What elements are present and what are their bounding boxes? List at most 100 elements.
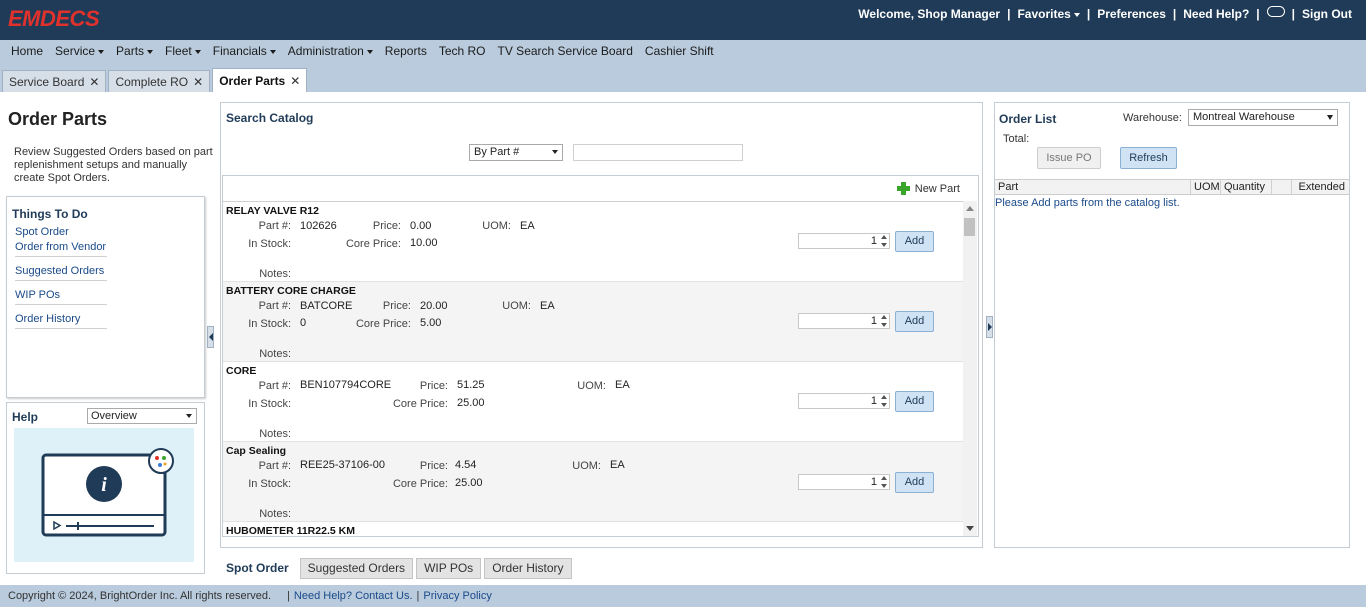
tab-suggested-orders[interactable]: Suggested Orders [299, 558, 414, 579]
menu-item-tech-ro[interactable]: Tech RO [433, 44, 492, 58]
menu-item-service[interactable]: Service [49, 44, 110, 58]
uom-value: EA [520, 220, 535, 232]
spinner-arrows-icon[interactable] [880, 476, 888, 488]
core-price-value: 25.00 [457, 397, 485, 409]
chat-icon[interactable] [1266, 5, 1285, 17]
favorites-menu[interactable]: Favorites [1011, 7, 1085, 21]
part-no-value: 102626 [300, 220, 337, 232]
chevron-down-icon [552, 150, 558, 154]
menu-label: Financials [212, 44, 267, 58]
order-from-vendor-link[interactable]: Order from Vendor [15, 241, 107, 257]
tab-complete-ro[interactable]: Complete RO ✕ [108, 70, 211, 92]
part-no-label: Part #: [258, 220, 291, 232]
scroll-down-icon[interactable] [966, 526, 974, 531]
menu-item-fleet[interactable]: Fleet [159, 44, 207, 58]
spot-order-link[interactable]: Spot Order [15, 226, 107, 241]
add-part-button[interactable]: Add [895, 231, 934, 252]
column-header-uom[interactable]: UOM [1191, 180, 1221, 194]
menu-item-reports[interactable]: Reports [379, 44, 433, 58]
part-no-label: Part #: [258, 460, 291, 472]
total-label: Total: [1003, 133, 1030, 145]
tab-order-history[interactable]: Order History [484, 558, 572, 579]
spinner-arrows-icon[interactable] [880, 235, 888, 247]
help-video-thumbnail[interactable]: i [14, 428, 194, 562]
preferences-link[interactable]: Preferences [1091, 7, 1172, 21]
quantity-stepper[interactable]: 1 [798, 313, 890, 329]
spinner-arrows-icon[interactable] [880, 395, 888, 407]
uom-label: UOM: [502, 300, 531, 312]
things-to-do-panel: Things To Do Spot Order Order from Vendo… [6, 196, 205, 398]
tab-spot-order[interactable]: Spot Order [218, 558, 297, 579]
price-value: 51.25 [457, 379, 485, 391]
column-header-part[interactable]: Part [995, 180, 1191, 194]
price-label: Price: [372, 220, 401, 232]
scrollbar-thumb[interactable] [964, 218, 975, 236]
add-part-button[interactable]: Add [895, 391, 934, 412]
order-list-panel: Order List Warehouse: Montreal Warehouse… [994, 102, 1350, 548]
quantity-stepper[interactable]: 1 [798, 393, 890, 409]
chevron-down-icon [269, 49, 276, 54]
tab-service-board[interactable]: Service Board ✕ [2, 70, 107, 92]
plus-icon [896, 182, 910, 195]
app-logo[interactable]: EMDECS [8, 6, 100, 32]
contact-us-link[interactable]: Need Help? Contact Us. [294, 590, 413, 602]
search-by-select[interactable]: By Part # [469, 144, 563, 161]
menu-item-cashier-shift[interactable]: Cashier Shift [639, 44, 720, 58]
order-mode-tabs: Spot Order Suggested Orders WIP POs Orde… [218, 558, 575, 579]
order-list-header: Part UOM Quantity Extended [995, 179, 1349, 195]
warehouse-select[interactable]: Montreal Warehouse [1188, 109, 1338, 126]
separator: | [287, 590, 290, 602]
tab-wip-pos[interactable]: WIP POs [416, 558, 482, 579]
new-part-button[interactable]: New Part [896, 182, 960, 195]
part-no-value: BEN107794CORE [300, 379, 392, 391]
favorites-label: Favorites [1017, 7, 1071, 21]
wip-pos-link[interactable]: WIP POs [15, 289, 107, 305]
parts-scrollbar[interactable] [963, 201, 977, 536]
collapse-left-panel-handle[interactable] [207, 326, 214, 348]
price-label: Price: [419, 460, 448, 472]
quantity-stepper[interactable]: 1 [798, 474, 890, 490]
catalog-search-input[interactable] [573, 144, 743, 161]
tab-order-parts[interactable]: Order Parts ✕ [212, 68, 308, 92]
sign-out-link[interactable]: Sign Out [1296, 7, 1358, 21]
suggested-orders-link[interactable]: Suggested Orders [15, 265, 107, 281]
order-list-title: Order List [999, 112, 1057, 126]
collapse-right-panel-handle[interactable] [986, 316, 993, 338]
things-to-do-title: Things To Do [12, 207, 88, 221]
menu-item-financials[interactable]: Financials [207, 44, 282, 58]
menu-item-administration[interactable]: Administration [282, 44, 379, 58]
quantity-stepper[interactable]: 1 [798, 233, 890, 249]
in-stock-value: 0 [300, 317, 307, 329]
refresh-button[interactable]: Refresh [1120, 147, 1177, 169]
spinner-arrows-icon[interactable] [880, 315, 888, 327]
menu-item-tv-search[interactable]: TV Search Service Board [492, 44, 639, 58]
add-part-button[interactable]: Add [895, 311, 934, 332]
open-tabs: Service Board ✕ Complete RO ✕ Order Parts ✕ [0, 68, 309, 92]
chevron-down-icon [186, 414, 192, 418]
column-header-extended[interactable]: Extended [1292, 180, 1349, 194]
help-topic-select[interactable]: Overview [87, 408, 197, 424]
core-price-label: Core Price: [392, 478, 448, 490]
core-price-value: 25.00 [455, 477, 483, 489]
close-icon[interactable]: ✕ [89, 75, 99, 89]
help-title: Help [12, 410, 39, 424]
in-stock-label: In Stock: [248, 238, 291, 250]
price-label: Price: [419, 380, 448, 392]
need-help-link[interactable]: Need Help? [1177, 7, 1255, 21]
add-part-button[interactable]: Add [895, 472, 934, 493]
order-history-link[interactable]: Order History [15, 313, 107, 329]
column-header-quantity[interactable]: Quantity [1221, 180, 1272, 194]
part-name: BATTERY CORE CHARGE [226, 285, 356, 297]
tab-label: Complete RO [115, 74, 189, 89]
privacy-policy-link[interactable]: Privacy Policy [423, 590, 491, 602]
close-icon[interactable]: ✕ [290, 74, 300, 88]
notes-label: Notes: [259, 268, 291, 280]
close-icon[interactable]: ✕ [193, 75, 203, 89]
scroll-up-icon[interactable] [966, 206, 974, 211]
core-price-value: 10.00 [410, 237, 438, 249]
price-value: 20.00 [420, 300, 448, 312]
chevron-down-icon [194, 49, 201, 54]
issue-po-button[interactable]: Issue PO [1037, 147, 1101, 169]
menu-item-home[interactable]: Home [5, 44, 49, 58]
menu-item-parts[interactable]: Parts [110, 44, 159, 58]
